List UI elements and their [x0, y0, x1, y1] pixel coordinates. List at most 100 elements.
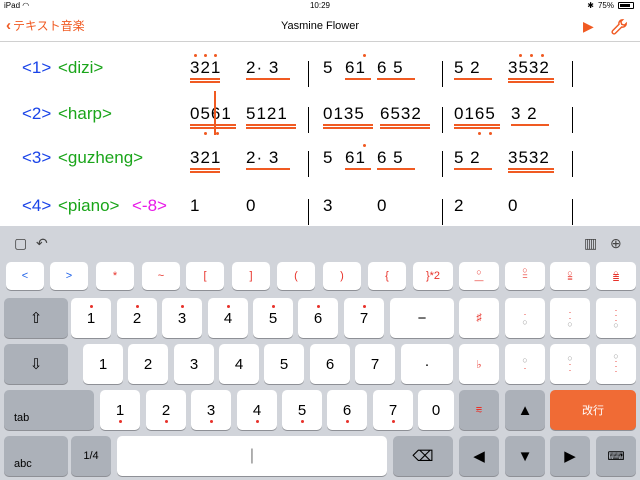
- note-group[interactable]: 0: [246, 196, 256, 216]
- note-group[interactable]: 3532: [508, 58, 550, 78]
- key-open-paren[interactable]: (: [277, 262, 315, 290]
- key-low-4[interactable]: 4: [237, 390, 277, 430]
- piano-keys-icon[interactable]: ▥: [584, 235, 597, 252]
- track-row-guzheng[interactable]: <3> <guzheng> 321 2· 3 5 61 6 5 5 2 3532: [0, 143, 640, 183]
- shift-down-button[interactable]: ⇩: [4, 344, 68, 384]
- key-close-paren[interactable]: ): [323, 262, 361, 290]
- note-group[interactable]: 3: [323, 196, 333, 216]
- key-dot[interactable]: ·: [401, 344, 453, 384]
- note-group[interactable]: 2· 3: [246, 58, 279, 78]
- key-mid-4[interactable]: 4: [219, 344, 259, 384]
- cursor-up-button[interactable]: ▲: [505, 390, 545, 430]
- key-low-6[interactable]: 6: [327, 390, 367, 430]
- key-underline-toggle[interactable]: ⩳: [459, 390, 499, 430]
- note-group[interactable]: 3 2: [511, 104, 538, 124]
- note-group[interactable]: 321: [190, 148, 221, 168]
- key-low-2[interactable]: 2: [146, 390, 186, 430]
- key-mid-3[interactable]: 3: [174, 344, 214, 384]
- key-high-6[interactable]: 6: [298, 298, 338, 338]
- note-group[interactable]: 61: [345, 58, 366, 78]
- cursor-left-button[interactable]: ◀: [459, 436, 499, 476]
- key-close-brace-repeat[interactable]: }*2: [413, 262, 453, 290]
- key-less-than[interactable]: <: [6, 262, 44, 290]
- key-flat[interactable]: ♭: [459, 344, 499, 384]
- dismiss-keyboard-button[interactable]: ⌨: [596, 436, 636, 476]
- track-row-harp[interactable]: <2> <harp> 0561 5121 0135 6532 0165 3 2: [0, 91, 640, 139]
- key-low-3[interactable]: 3: [191, 390, 231, 430]
- key-staccato[interactable]: · ○: [505, 298, 545, 338]
- cursor-right-button[interactable]: ▶: [550, 436, 590, 476]
- key-sharp[interactable]: ♯: [459, 298, 499, 338]
- note-group[interactable]: 0135: [323, 104, 365, 124]
- tab-button[interactable]: tab: [4, 390, 94, 430]
- key-low-dot-1[interactable]: ○ ·: [505, 344, 545, 384]
- wrench-icon[interactable]: [610, 18, 628, 36]
- key-low-7[interactable]: 7: [373, 390, 413, 430]
- triple-dot-icon: · · · ○: [613, 305, 619, 330]
- note-group[interactable]: 0561: [190, 104, 232, 124]
- note-group[interactable]: 0: [377, 196, 387, 216]
- abc-button[interactable]: abc: [4, 436, 68, 476]
- key-high-1[interactable]: 1: [71, 298, 111, 338]
- key-mid-1[interactable]: 1: [83, 344, 123, 384]
- note-group[interactable]: 5 2: [454, 148, 481, 168]
- key-high-dot-2[interactable]: · · ○: [550, 298, 590, 338]
- key-dash[interactable]: −: [390, 298, 454, 338]
- note-group[interactable]: 2· 3: [246, 148, 279, 168]
- note-group[interactable]: 0: [508, 196, 518, 216]
- key-grace-note[interactable]: ○ —: [459, 262, 499, 290]
- note-group[interactable]: 1: [190, 196, 200, 216]
- key-mid-6[interactable]: 6: [310, 344, 350, 384]
- quarter-button[interactable]: 1/4: [71, 436, 111, 476]
- delete-button[interactable]: ⌫: [393, 436, 453, 476]
- key-open-bracket[interactable]: [: [186, 262, 224, 290]
- key-greater-than[interactable]: >: [50, 262, 88, 290]
- key-close-bracket[interactable]: ]: [232, 262, 270, 290]
- key-high-3[interactable]: 3: [162, 298, 202, 338]
- cursor-down-button[interactable]: ▼: [505, 436, 545, 476]
- key-triple-line[interactable]: ○ ≡: [550, 262, 590, 290]
- key-asterisk[interactable]: *: [96, 262, 134, 290]
- note-group[interactable]: 0165: [454, 104, 496, 124]
- key-quad-line[interactable]: ○ ≣: [596, 262, 636, 290]
- key-low-1[interactable]: 1: [100, 390, 140, 430]
- key-high-2[interactable]: 2: [117, 298, 157, 338]
- note-group[interactable]: 5 2: [454, 58, 481, 78]
- shift-up-button[interactable]: ⇧: [4, 298, 68, 338]
- key-tilde[interactable]: ~: [142, 262, 180, 290]
- enter-button[interactable]: 改行: [550, 390, 636, 430]
- note-group[interactable]: 5121: [246, 104, 288, 124]
- note-group[interactable]: 6532: [380, 104, 422, 124]
- note-group[interactable]: 5: [323, 58, 333, 78]
- key-mid-7[interactable]: 7: [355, 344, 395, 384]
- speech-bubble-icon[interactable]: ▢: [14, 235, 27, 252]
- note-group[interactable]: 6 5: [377, 148, 404, 168]
- octave-dot: [89, 305, 93, 308]
- key-high-dot-3[interactable]: · · · ○: [596, 298, 636, 338]
- note-group[interactable]: 321: [190, 58, 221, 78]
- key-low-5[interactable]: 5: [282, 390, 322, 430]
- score-area[interactable]: <1> <dizi> 321 2· 3 5 61 6 5 5 2 3532 <2…: [0, 43, 640, 225]
- key-high-7[interactable]: 7: [344, 298, 384, 338]
- key-zero[interactable]: 0: [418, 390, 454, 430]
- note-group[interactable]: 6 5: [377, 58, 404, 78]
- track-row-piano[interactable]: <4> <piano> <-8> 1 0 3 0 2 0: [0, 191, 640, 225]
- key-double-line[interactable]: ○ =: [505, 262, 545, 290]
- key-mid-2[interactable]: 2: [128, 344, 168, 384]
- key-high-5[interactable]: 5: [253, 298, 293, 338]
- note-group[interactable]: 3532: [508, 148, 550, 168]
- undo-icon[interactable]: ↶: [36, 235, 48, 252]
- grace-note-icon: ○ —: [474, 267, 484, 285]
- key-mid-5[interactable]: 5: [264, 344, 304, 384]
- note-group[interactable]: 61: [345, 148, 366, 168]
- globe-icon[interactable]: ⊕: [610, 235, 622, 252]
- key-low-dot-3[interactable]: ○ · · ·: [596, 344, 636, 384]
- space-bar[interactable]: |: [117, 436, 387, 476]
- key-open-brace[interactable]: {: [368, 262, 406, 290]
- note-group[interactable]: 2: [454, 196, 464, 216]
- track-row-dizi[interactable]: <1> <dizi> 321 2· 3 5 61 6 5 5 2 3532: [0, 53, 640, 93]
- note-group[interactable]: 5: [323, 148, 333, 168]
- key-high-4[interactable]: 4: [208, 298, 248, 338]
- key-low-dot-2[interactable]: ○ · ·: [550, 344, 590, 384]
- play-icon[interactable]: ▶: [583, 18, 594, 35]
